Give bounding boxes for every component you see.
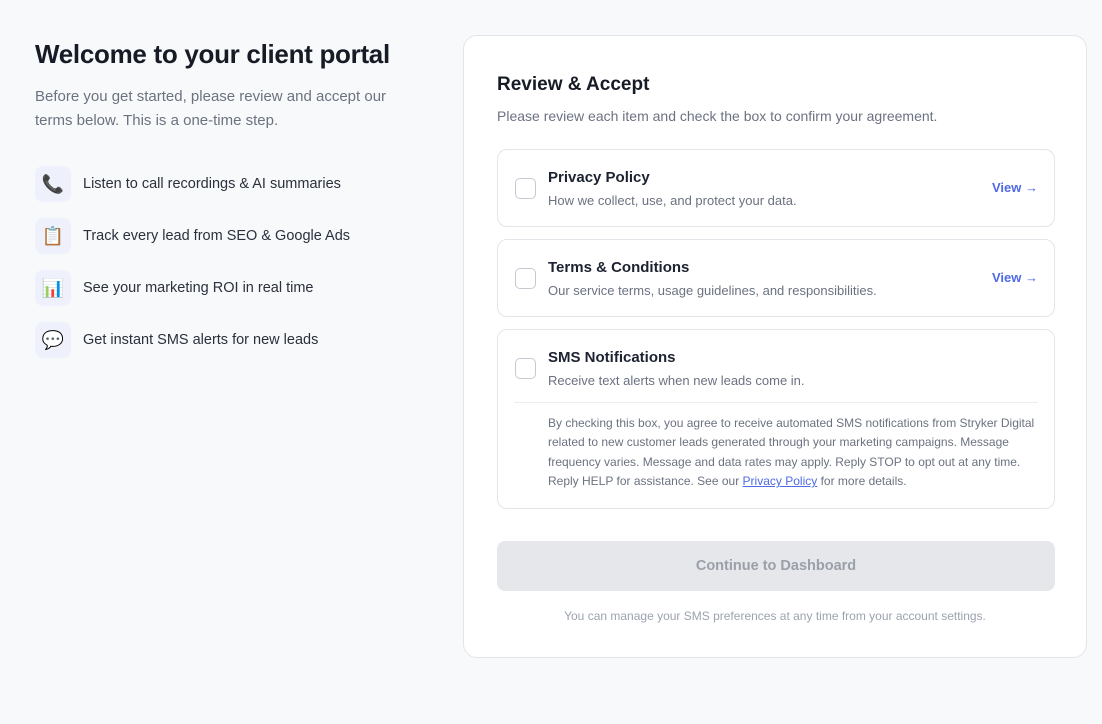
- feature-item-call-recordings: 📞 Listen to call recordings & AI summari…: [35, 166, 435, 202]
- review-accept-card: Review & Accept Please review each item …: [463, 35, 1087, 658]
- sms-notifications-checkbox[interactable]: [515, 358, 536, 379]
- feature-item-roi: 📊 See your marketing ROI in real time: [35, 270, 435, 306]
- privacy-policy-checkbox[interactable]: [515, 178, 536, 199]
- privacy-policy-item: Privacy Policy How we collect, use, and …: [497, 149, 1055, 227]
- speech-bubble-icon: 💬: [35, 322, 71, 358]
- bar-chart-icon: 📊: [35, 270, 71, 306]
- item-title: SMS Notifications: [548, 349, 676, 366]
- item-description: Our service terms, usage guidelines, and…: [548, 283, 877, 298]
- feature-item-lead-tracking: 📋 Track every lead from SEO & Google Ads: [35, 218, 435, 254]
- sms-preferences-footnote: You can manage your SMS preferences at a…: [564, 609, 986, 623]
- privacy-policy-inline-link[interactable]: Privacy Policy: [743, 474, 818, 488]
- card-title: Review & Accept: [497, 74, 650, 95]
- page-title: Welcome to your client portal: [35, 39, 390, 69]
- sms-notifications-item: SMS Notifications Receive text alerts wh…: [497, 329, 1055, 509]
- item-description: How we collect, use, and protect your da…: [548, 193, 797, 208]
- view-privacy-policy-link[interactable]: View →: [992, 180, 1038, 195]
- card-subtitle: Please review each item and check the bo…: [497, 108, 938, 124]
- feature-list: 📞 Listen to call recordings & AI summari…: [35, 166, 435, 358]
- view-terms-link[interactable]: View →: [992, 270, 1038, 285]
- divider: [514, 402, 1038, 403]
- feature-label: Track every lead from SEO & Google Ads: [83, 228, 351, 244]
- page-subtitle: Before you get started, please review an…: [35, 88, 387, 129]
- feature-label: Listen to call recordings & AI summaries: [83, 176, 341, 192]
- feature-item-sms-alerts: 💬 Get instant SMS alerts for new leads: [35, 322, 435, 358]
- intro-panel: Welcome to your client portal Before you…: [35, 38, 435, 374]
- item-title: Terms & Conditions: [548, 259, 690, 276]
- feature-label: Get instant SMS alerts for new leads: [83, 332, 319, 348]
- sms-legal-text: By checking this box, you agree to recei…: [548, 414, 1040, 492]
- terms-conditions-checkbox[interactable]: [515, 268, 536, 289]
- item-title: Privacy Policy: [548, 169, 650, 186]
- feature-label: See your marketing ROI in real time: [83, 280, 314, 296]
- phone-icon: 📞: [35, 166, 71, 202]
- sms-legal-text-end: for more details.: [817, 474, 907, 489]
- clipboard-icon: 📋: [35, 218, 71, 254]
- continue-to-dashboard-button[interactable]: Continue to Dashboard: [497, 541, 1055, 591]
- item-description: Receive text alerts when new leads come …: [548, 373, 805, 388]
- terms-conditions-item: Terms & Conditions Our service terms, us…: [497, 239, 1055, 317]
